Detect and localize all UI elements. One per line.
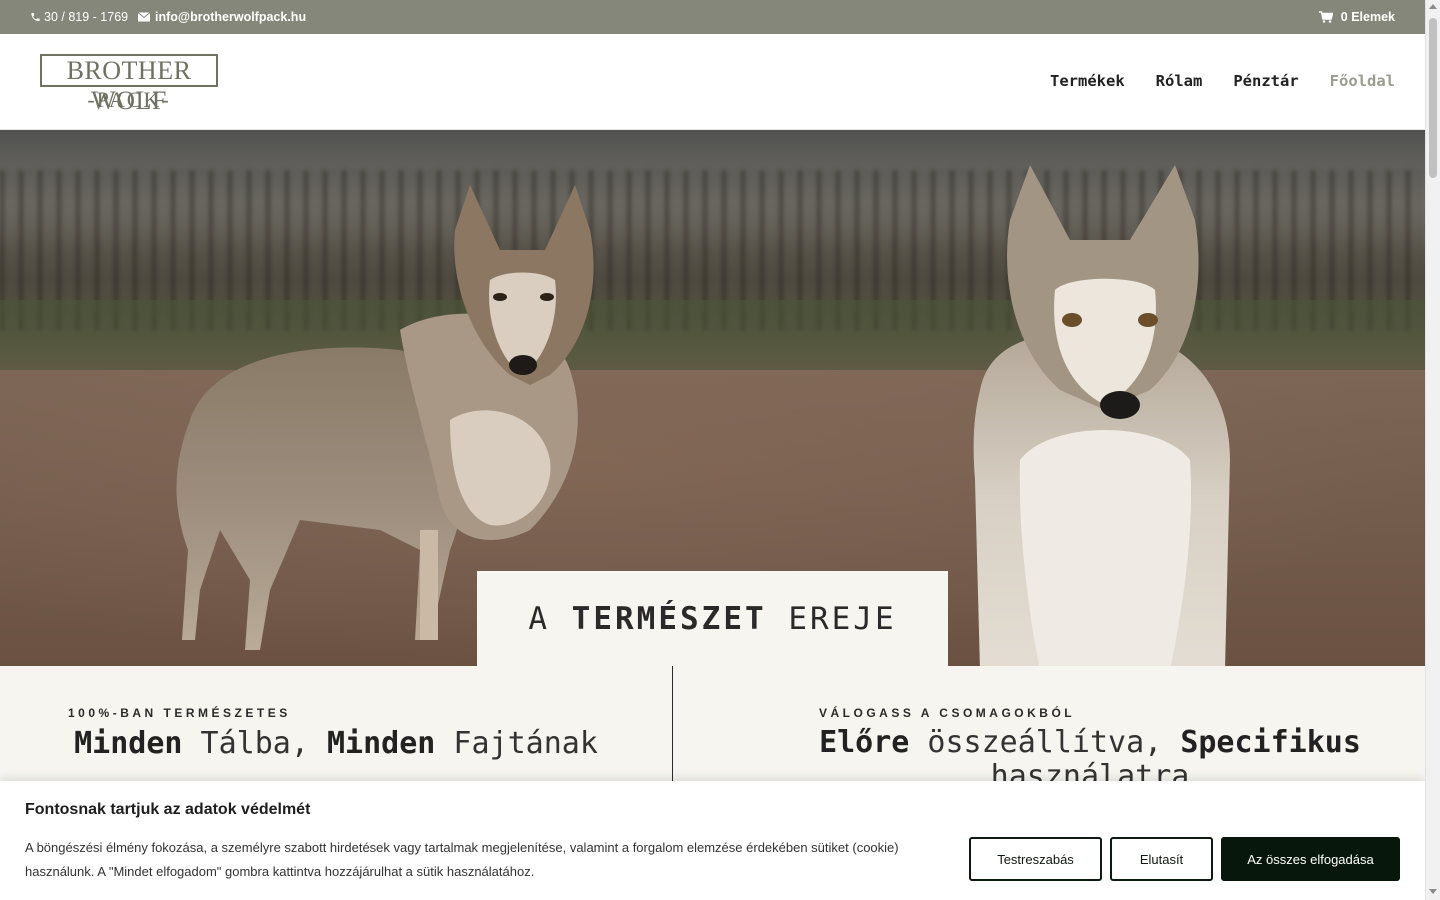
scroll-thumb[interactable] (1429, 18, 1437, 178)
nav-termekek[interactable]: Termékek (1050, 72, 1125, 90)
left-heading: Minden Tálba, Minden Fajtának (74, 726, 598, 761)
phone-icon (31, 12, 40, 22)
phone-number: 30 / 819 - 1769 (44, 10, 129, 24)
phone-contact[interactable]: 30 / 819 - 1769 (30, 10, 128, 24)
email-address: info@brotherwolfpack.hu (155, 10, 307, 24)
email-contact[interactable]: info@brotherwolfpack.hu (138, 10, 306, 24)
hero-title-box: A TERMÉSZET EREJE (477, 571, 948, 666)
left-eyebrow: 100%-BAN TERMÉSZETES (68, 706, 291, 720)
page-scrollbar[interactable] (1425, 0, 1440, 900)
main-nav: Termékek Rólam Pénztár Főoldal (1050, 72, 1395, 90)
scroll-down-arrow-icon[interactable] (1429, 889, 1437, 894)
cookie-title: Fontosnak tartjuk az adatok védelmét (25, 801, 311, 818)
nav-rolam[interactable]: Rólam (1156, 72, 1203, 90)
scroll-up-arrow-icon[interactable] (1429, 4, 1437, 9)
cookie-description: A böngészési élmény fokozása, a személyr… (25, 840, 899, 879)
cart-icon (1318, 11, 1333, 23)
column-divider (672, 666, 673, 786)
logo-text-bottom: -PACK- (87, 87, 171, 112)
site-header: BROTHER WOLF -PACK- Termékek Rólam Pénzt… (0, 34, 1425, 130)
cart-link[interactable]: 0 Elemek (1318, 10, 1395, 24)
hero-banner: A TERMÉSZET EREJE (0, 130, 1425, 666)
envelope-icon (138, 12, 150, 22)
reject-button[interactable]: Elutasít (1110, 837, 1213, 881)
right-eyebrow: VÁLOGASS A CSOMAGOKBÓL (819, 706, 1076, 720)
hero-title: A TERMÉSZET EREJE (528, 600, 897, 637)
nav-fooldal[interactable]: Főoldal (1330, 72, 1395, 90)
customize-button[interactable]: Testreszabás (969, 837, 1102, 881)
wolf-right-image (973, 165, 1230, 666)
cart-count: 0 Elemek (1340, 10, 1395, 24)
accept-all-button[interactable]: Az összes elfogadása (1221, 837, 1400, 881)
nav-penztar[interactable]: Pénztár (1233, 72, 1298, 90)
top-bar: 30 / 819 - 1769 info@brotherwolfpack.hu … (0, 0, 1425, 34)
cookie-consent-banner: Fontosnak tartjuk az adatok védelmét A b… (0, 781, 1425, 900)
site-logo[interactable]: BROTHER WOLF -PACK- (40, 54, 218, 115)
